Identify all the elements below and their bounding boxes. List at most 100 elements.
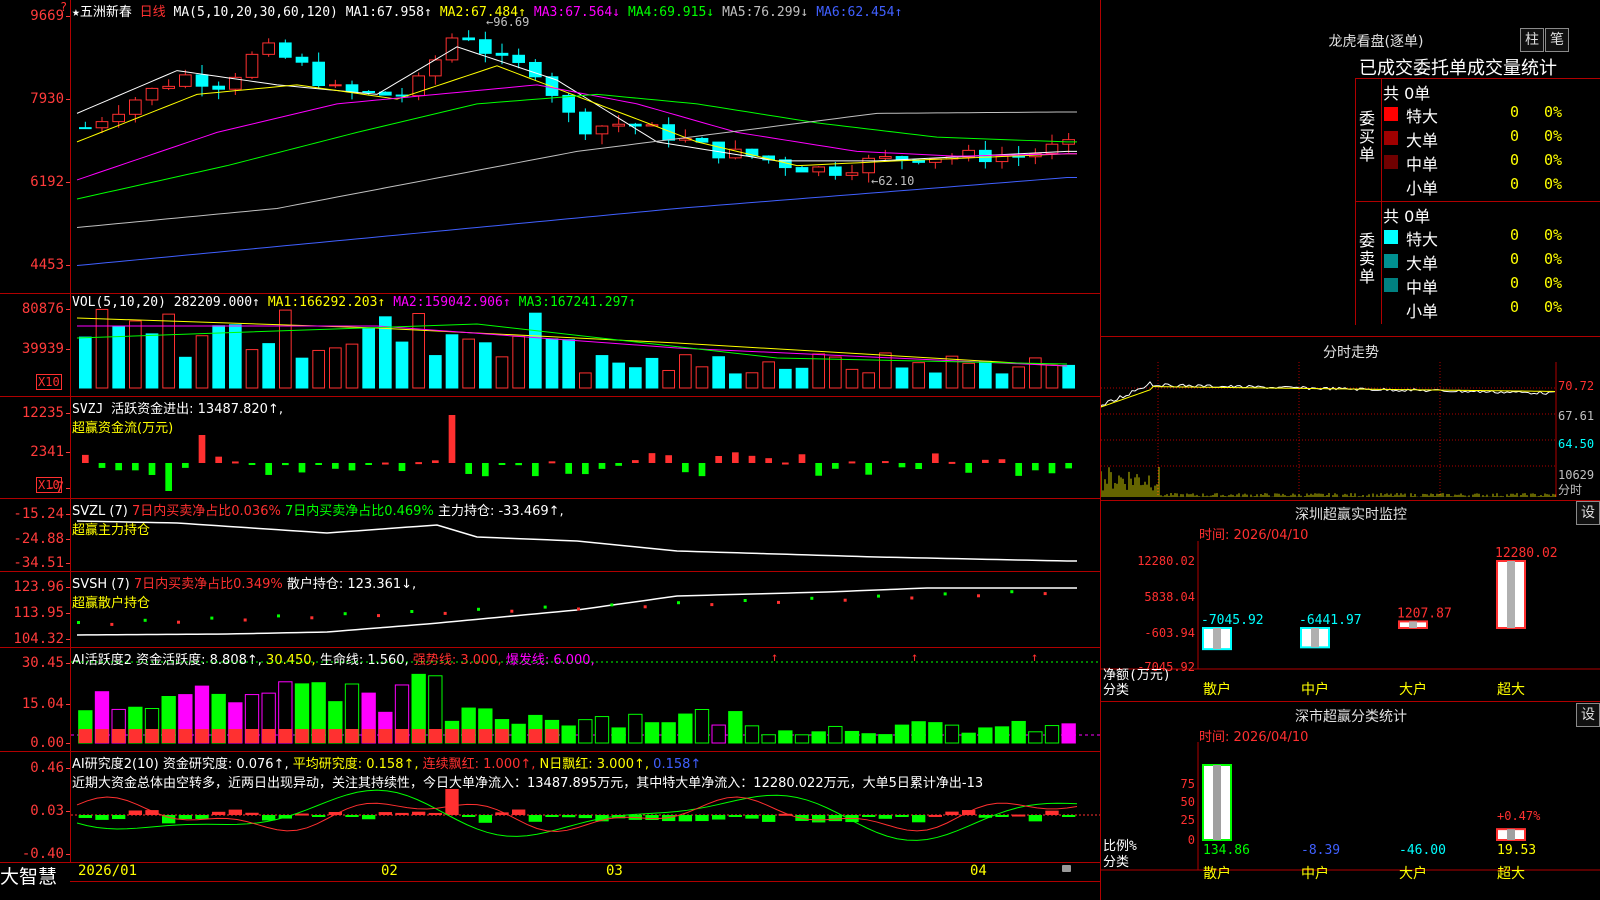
activity-base [545, 729, 559, 743]
candle [562, 94, 576, 113]
flow-bar [215, 456, 222, 463]
order-row: 大单 0 0% [1382, 127, 1600, 151]
volume-bar [95, 308, 109, 389]
order-count: 0 [1510, 298, 1520, 316]
sz-monitor-chart[interactable]: 12280.02 5838.04 -603.94 -7045.92 净额(万元)分类 散户… [1101, 541, 1600, 701]
flow-bar [548, 461, 556, 464]
ai-research-pane[interactable]: 0.46 0.03 -0.40 AI研究度2(10) 资金研究度: 0.076↑… [0, 752, 1100, 863]
intraday-panel[interactable]: 分时走势 70.72 67.61 64.50 10629 分时 [1100, 337, 1600, 501]
buy-total: 共 0单 [1383, 84, 1431, 103]
retail-dot [343, 612, 347, 616]
research-bar [362, 815, 376, 820]
volume-bar [995, 373, 1009, 389]
fund-flow-chart[interactable] [71, 397, 1100, 498]
price-pane[interactable]: 9669 7930 6192 4453 ? ★五洲新春 日线 MA(5,10,2… [0, 0, 1100, 294]
retail-holding-chart[interactable] [71, 572, 1100, 647]
research-bar [862, 815, 876, 817]
research-bar [762, 815, 776, 822]
activity-base [412, 729, 426, 743]
ratio-bar-shade [1507, 829, 1515, 840]
research-bar [878, 815, 892, 819]
svsh-tick-2: 113.95 [13, 605, 70, 621]
ai-research-tick-3: -0.40 [21, 846, 71, 862]
category-label: 散户 [1203, 681, 1231, 698]
volume-bar [895, 367, 909, 389]
volume-bar [312, 349, 325, 389]
brand-logo: 大智慧 [0, 866, 58, 888]
bar-value-label: -46.00 [1399, 843, 1446, 858]
sz-monitor-settings-button[interactable]: 设 [1576, 501, 1600, 525]
dragon-tiger-title: 龙虎看盘(逐单) [1328, 34, 1424, 50]
intraday-chart[interactable]: 70.72 67.61 64.50 10629分时 [1101, 362, 1600, 500]
main-holding-line [76, 520, 1077, 562]
flow-bar [315, 463, 322, 465]
category-label: 超大 [1497, 682, 1525, 698]
volume-pane[interactable]: 80876 39939 X10 VOL(5,10,20) 282209.000↑… [0, 294, 1100, 397]
flow-bar [715, 456, 722, 463]
candle [412, 75, 426, 97]
activity-base [462, 729, 476, 743]
activity-chart[interactable]: ↑ ↑ ↑ [71, 648, 1100, 751]
lock-icon[interactable] [1062, 865, 1071, 872]
activity-bar [778, 730, 793, 744]
flow-bar [865, 463, 872, 475]
bar-view-button[interactable]: 柱 [1520, 28, 1544, 52]
activity-base [112, 729, 126, 743]
retail-dot [677, 601, 680, 605]
flow-bar [515, 463, 522, 466]
flow-bar [182, 463, 189, 468]
research-bar [995, 815, 1009, 817]
candle [879, 156, 892, 159]
order-color-swatch [1384, 107, 1398, 121]
main-holding-chart[interactable] [71, 499, 1100, 571]
volume-bar [545, 338, 559, 389]
order-row: 大单 0 0% [1382, 250, 1600, 274]
order-color-swatch [1384, 131, 1398, 145]
bar-value-label: 12280.02 [1495, 546, 1558, 561]
sz-class-settings-button[interactable]: 设 [1576, 703, 1600, 727]
research-bar [678, 815, 692, 822]
svzj-pane[interactable]: 12235 2341 -7 X10 SVZJ 活跃资金进出: 13487.820… [0, 397, 1100, 499]
activity-base [162, 729, 176, 743]
volume-bar [1012, 366, 1025, 389]
research-chart[interactable] [71, 752, 1100, 862]
flow-bar [748, 455, 756, 463]
price-tick-1: 9669 [30, 8, 70, 24]
ai-active-pane[interactable]: 30.45 15.04 0.00 AI活跃度2 资金活跃度: 8.808↑, 3… [0, 648, 1100, 752]
candlestick-chart[interactable]: ←96.69 ←62.10 [71, 0, 1100, 293]
order-pct: 0% [1544, 151, 1563, 169]
research-bar [478, 815, 492, 823]
intraday-price-tick: 67.61 [1558, 409, 1594, 423]
volume-chart[interactable] [71, 294, 1100, 396]
order-color-swatch [1384, 179, 1398, 193]
order-pct: 0% [1544, 274, 1563, 292]
svzl-pane[interactable]: -15.24 -24.88 -34.51 SVZL (7) 7日内买卖净占比0.… [0, 499, 1100, 572]
flow-bar [132, 463, 139, 471]
ai-active-tick-2: 15.04 [21, 696, 71, 712]
volume-bar [845, 368, 859, 389]
candle [162, 85, 176, 89]
volume-bar [212, 325, 225, 389]
svzl-y-axis: -15.24 -24.88 -34.51 [0, 499, 71, 571]
flow-bar [998, 459, 1006, 463]
research-bar [178, 815, 192, 819]
price-tick-4: 4453 [30, 257, 70, 273]
flow-bar [415, 462, 422, 465]
volume-bar [429, 355, 442, 389]
tick-view-button[interactable]: 笔 [1545, 28, 1569, 52]
sz-class-chart[interactable]: 75 50 25 0 比例%分类散户 中户 大户 超大 134.86 -8.39 -46.00 19.… [1101, 742, 1600, 900]
activity-base [145, 729, 159, 743]
research-bar [928, 814, 942, 817]
activity-bar [861, 733, 876, 744]
research-bar [712, 815, 726, 820]
svsh-tick-1: 123.96 [13, 579, 70, 595]
order-type-label: 大单 [1406, 254, 1439, 273]
retail-dot [177, 620, 180, 624]
activity-base [212, 729, 226, 743]
svsh-pane[interactable]: 123.96 113.95 104.32 SVSH (7) 7日内买卖净占比0.… [0, 572, 1100, 648]
activity-base [228, 729, 242, 743]
research-bar [1062, 815, 1076, 817]
retail-dot [543, 605, 547, 609]
research-bar [78, 815, 92, 818]
flow-bar-shade [1409, 621, 1417, 628]
